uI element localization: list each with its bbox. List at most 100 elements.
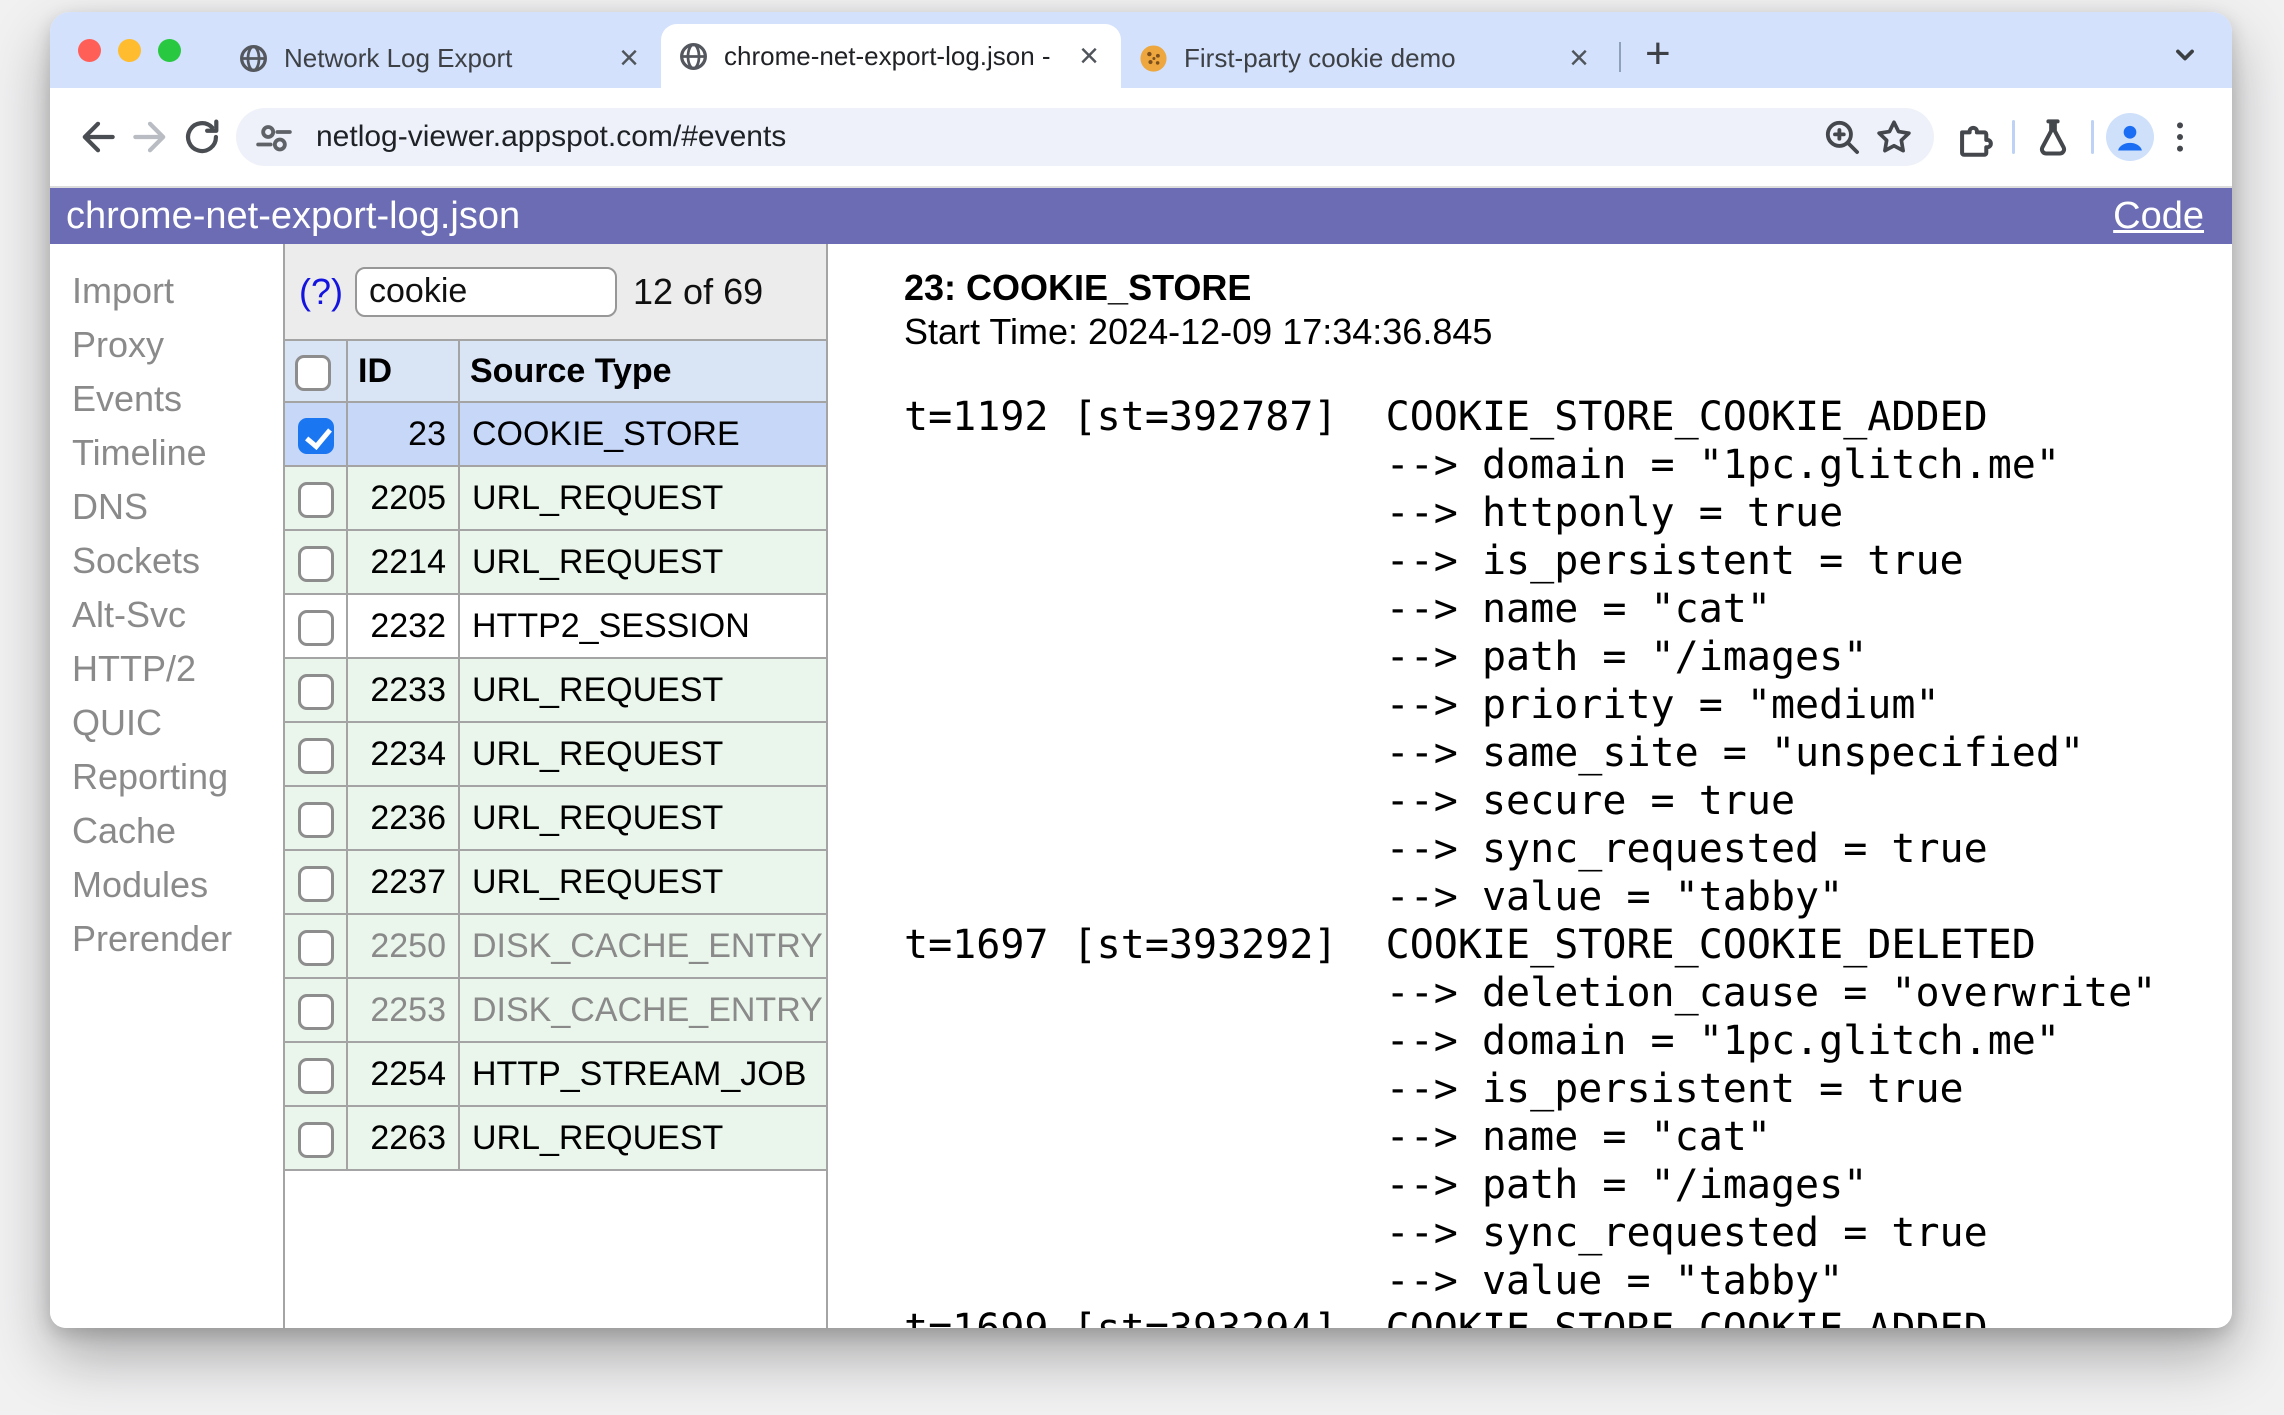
- row-id: 2234: [346, 721, 460, 787]
- tab-network-log-export[interactable]: Network Log Export ×: [221, 28, 661, 88]
- sidebar-item-cache[interactable]: Cache: [50, 804, 283, 858]
- table-row[interactable]: 2205 URL_REQUEST: [285, 465, 826, 531]
- table-row[interactable]: 2254 HTTP_STREAM_JOB: [285, 1041, 826, 1107]
- row-checkbox-cell: [285, 849, 348, 915]
- profile-button[interactable]: [2106, 113, 2154, 161]
- toolbar-divider: [2091, 120, 2094, 154]
- traffic-light-minimize-button[interactable]: [118, 38, 141, 62]
- reload-button[interactable]: [176, 111, 228, 163]
- row-checkbox[interactable]: [297, 481, 334, 518]
- site-info-button[interactable]: [248, 111, 300, 163]
- row-checkbox-cell: [285, 1105, 348, 1171]
- filter-help-link[interactable]: (?): [299, 271, 343, 313]
- row-id: 2214: [346, 529, 460, 595]
- table-row[interactable]: 2250 DISK_CACHE_ENTRY: [285, 913, 826, 979]
- table-row[interactable]: 2237 URL_REQUEST: [285, 849, 826, 915]
- table-row[interactable]: 2214 URL_REQUEST: [285, 529, 826, 595]
- reload-icon: [185, 119, 219, 154]
- table-row[interactable]: 2234 URL_REQUEST: [285, 721, 826, 787]
- row-checkbox[interactable]: [297, 737, 334, 774]
- row-id: 23: [346, 401, 460, 467]
- traffic-light-zoom-button[interactable]: [158, 38, 181, 62]
- star-icon: [1877, 120, 1911, 153]
- sidebar-item-proxy[interactable]: Proxy: [50, 318, 283, 372]
- tab-close-button[interactable]: ×: [1073, 39, 1105, 73]
- event-detail-pane: 23: COOKIE_STORE Start Time: 2024-12-09 …: [828, 244, 2232, 1328]
- back-button[interactable]: [72, 111, 124, 163]
- forward-arrow-icon: [133, 121, 166, 153]
- tab-chrome-net-export-log[interactable]: chrome-net-export-log.json - ×: [661, 24, 1121, 88]
- event-table: ID Source Type 23 COOKIE_STORE 2205 URL_…: [285, 339, 826, 1171]
- sidebar-item-http-2[interactable]: HTTP/2: [50, 642, 283, 696]
- sidebar-item-dns[interactable]: DNS: [50, 480, 283, 534]
- row-checkbox[interactable]: [297, 417, 334, 454]
- table-row[interactable]: 2236 URL_REQUEST: [285, 785, 826, 851]
- tab-strip: Network Log Export × chrome-net-export-l…: [50, 12, 2232, 88]
- row-checkbox-cell: [285, 913, 348, 979]
- tune-icon: [256, 125, 292, 152]
- sidebar-item-timeline[interactable]: Timeline: [50, 426, 283, 480]
- tab-label: Network Log Export: [284, 42, 513, 73]
- row-id: 2253: [346, 977, 460, 1043]
- omnibox[interactable]: netlog-viewer.appspot.com/#events: [236, 108, 1934, 166]
- row-checkbox[interactable]: [297, 1057, 334, 1094]
- sidebar-item-events[interactable]: Events: [50, 372, 283, 426]
- chrome-labs-button[interactable]: [2027, 111, 2079, 163]
- sidebar-item-quic[interactable]: QUIC: [50, 696, 283, 750]
- code-link[interactable]: Code: [2113, 195, 2204, 238]
- row-checkbox-cell: [285, 593, 348, 659]
- row-checkbox[interactable]: [297, 865, 334, 902]
- netlog-header-bar: chrome-net-export-log.json Code: [50, 188, 2232, 244]
- table-row[interactable]: 23 COOKIE_STORE: [285, 401, 826, 467]
- globe-icon: [680, 42, 707, 70]
- back-arrow-icon: [82, 121, 115, 153]
- row-checkbox[interactable]: [297, 545, 334, 582]
- row-id: 2254: [346, 1041, 460, 1107]
- column-header-source-type: Source Type: [458, 339, 826, 403]
- table-row[interactable]: 2253 DISK_CACHE_ENTRY: [285, 977, 826, 1043]
- select-all-checkbox[interactable]: [295, 354, 331, 391]
- window-controls: [50, 12, 221, 88]
- sidebar-item-modules[interactable]: Modules: [50, 858, 283, 912]
- table-row[interactable]: 2233 URL_REQUEST: [285, 657, 826, 723]
- zoom-button[interactable]: [1816, 111, 1868, 163]
- row-checkbox[interactable]: [297, 609, 334, 646]
- netlog-content: Import Proxy Events Timeline DNS Sockets Alt-S…: [50, 244, 2232, 1328]
- sidebar-item-sockets[interactable]: Sockets: [50, 534, 283, 588]
- table-row[interactable]: 2263 URL_REQUEST: [285, 1105, 826, 1171]
- row-source-type: HTTP2_SESSION: [458, 593, 826, 659]
- row-checkbox[interactable]: [297, 929, 334, 966]
- row-checkbox-cell: [285, 529, 348, 595]
- tab-close-button[interactable]: ×: [1563, 41, 1595, 75]
- row-checkbox[interactable]: [297, 1121, 334, 1158]
- sidebar-item-reporting[interactable]: Reporting: [50, 750, 283, 804]
- sidebar-item-import[interactable]: Import: [50, 264, 283, 318]
- filter-result-count: 12 of 69: [633, 270, 764, 312]
- forward-button[interactable]: [124, 111, 176, 163]
- row-checkbox[interactable]: [297, 673, 334, 710]
- row-id: 2237: [346, 849, 460, 915]
- bookmark-button[interactable]: [1868, 111, 1920, 163]
- row-source-type: URL_REQUEST: [458, 657, 826, 723]
- filter-input[interactable]: [355, 266, 617, 317]
- tab-search-chevron-button[interactable]: [2168, 38, 2202, 72]
- url-text[interactable]: netlog-viewer.appspot.com/#events: [316, 120, 1816, 154]
- new-tab-button[interactable]: +: [1629, 32, 1687, 76]
- table-header-row: ID Source Type: [285, 339, 826, 403]
- row-checkbox[interactable]: [297, 801, 334, 838]
- browser-menu-button[interactable]: [2154, 111, 2206, 163]
- tab-divider: [1619, 42, 1621, 72]
- tab-first-party-cookie-demo[interactable]: First-party cookie demo ×: [1121, 28, 1611, 88]
- select-all-cell: [285, 339, 348, 403]
- table-row[interactable]: 2232 HTTP2_SESSION: [285, 593, 826, 659]
- row-checkbox[interactable]: [297, 993, 334, 1030]
- sidebar-item-prerender[interactable]: Prerender: [50, 912, 283, 966]
- sidebar-item-alt-svc[interactable]: Alt-Svc: [50, 588, 283, 642]
- tab-close-button[interactable]: ×: [613, 41, 645, 75]
- extensions-button[interactable]: [1948, 111, 2000, 163]
- traffic-light-close-button[interactable]: [78, 38, 101, 62]
- row-source-type: URL_REQUEST: [458, 1105, 826, 1171]
- three-dot-menu-icon: [2177, 122, 2183, 152]
- row-checkbox-cell: [285, 977, 348, 1043]
- browser-toolbar: netlog-viewer.appspot.com/#events: [50, 88, 2232, 188]
